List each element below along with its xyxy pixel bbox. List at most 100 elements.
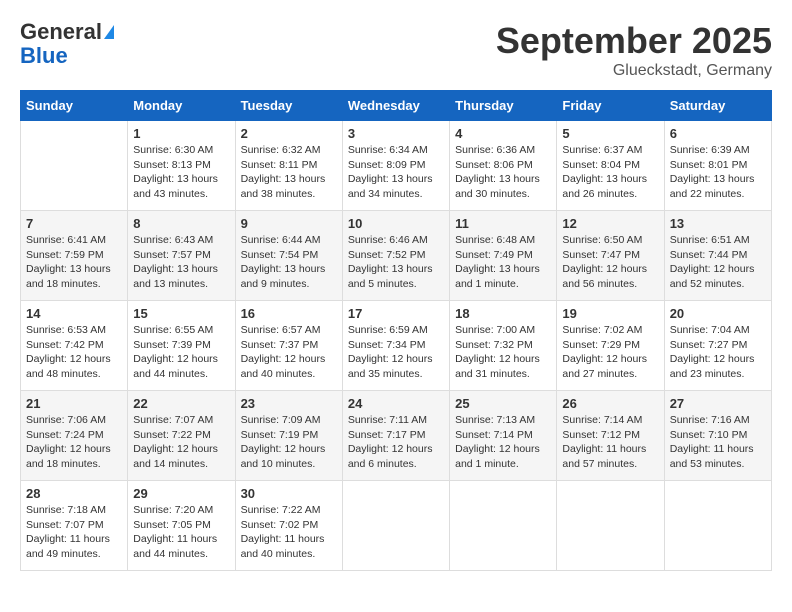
calendar-cell: 6 Sunrise: 6:39 AMSunset: 8:01 PMDaylight… xyxy=(664,121,771,211)
calendar-cell: 25 Sunrise: 7:13 AMSunset: 7:14 PMDayligh… xyxy=(450,391,557,481)
day-number: 16 xyxy=(241,306,337,321)
calendar-cell: 26 Sunrise: 7:14 AMSunset: 7:12 PMDayligh… xyxy=(557,391,664,481)
calendar-cell: 23 Sunrise: 7:09 AMSunset: 7:19 PMDayligh… xyxy=(235,391,342,481)
day-number: 29 xyxy=(133,486,229,501)
calendar-cell: 8Sunrise: 6:43 AMSunset: 7:57 PMDaylight… xyxy=(128,211,235,301)
day-info: Sunrise: 6:34 AMSunset: 8:09 PMDaylight:… xyxy=(348,143,444,202)
calendar-cell: 10 Sunrise: 6:46 AMSunset: 7:52 PMDayligh… xyxy=(342,211,449,301)
day-number: 27 xyxy=(670,396,766,411)
day-info: Sunrise: 7:02 AMSunset: 7:29 PMDaylight:… xyxy=(562,323,658,382)
day-number: 1 xyxy=(133,126,229,141)
day-number: 12 xyxy=(562,216,658,231)
day-info: Sunrise: 7:14 AMSunset: 7:12 PMDaylight:… xyxy=(562,413,658,472)
calendar-cell: 20Sunrise: 7:04 AMSunset: 7:27 PMDayligh… xyxy=(664,301,771,391)
day-number: 14 xyxy=(26,306,122,321)
day-info: Sunrise: 7:09 AMSunset: 7:19 PMDaylight:… xyxy=(241,413,337,472)
day-number: 17 xyxy=(348,306,444,321)
day-info: Sunrise: 6:39 AMSunset: 8:01 PMDaylight:… xyxy=(670,143,766,202)
title-area: September 2025 Glueckstadt, Germany xyxy=(496,20,772,80)
calendar-cell: 28 Sunrise: 7:18 AMSunset: 7:07 PMDayligh… xyxy=(21,481,128,571)
calendar-cell: 7 Sunrise: 6:41 AMSunset: 7:59 PMDaylight… xyxy=(21,211,128,301)
week-row: 28 Sunrise: 7:18 AMSunset: 7:07 PMDayligh… xyxy=(21,481,772,571)
day-info: Sunrise: 7:04 AMSunset: 7:27 PMDaylight:… xyxy=(670,323,766,382)
calendar-cell: 27 Sunrise: 7:16 AMSunset: 7:10 PMDayligh… xyxy=(664,391,771,481)
calendar-cell xyxy=(557,481,664,571)
week-row: 7 Sunrise: 6:41 AMSunset: 7:59 PMDaylight… xyxy=(21,211,772,301)
day-info: Sunrise: 6:41 AMSunset: 7:59 PMDaylight:… xyxy=(26,233,122,292)
calendar-cell: 11Sunrise: 6:48 AMSunset: 7:49 PMDayligh… xyxy=(450,211,557,301)
calendar-cell: 18 Sunrise: 7:00 AMSunset: 7:32 PMDayligh… xyxy=(450,301,557,391)
day-info: Sunrise: 7:00 AMSunset: 7:32 PMDaylight:… xyxy=(455,323,551,382)
day-number: 25 xyxy=(455,396,551,411)
header-tuesday: Tuesday xyxy=(235,91,342,121)
day-info: Sunrise: 6:36 AMSunset: 8:06 PMDaylight:… xyxy=(455,143,551,202)
day-info: Sunrise: 6:43 AMSunset: 7:57 PMDaylight:… xyxy=(133,233,229,292)
calendar-cell: 4 Sunrise: 6:36 AMSunset: 8:06 PMDaylight… xyxy=(450,121,557,211)
day-info: Sunrise: 6:53 AMSunset: 7:42 PMDaylight:… xyxy=(26,323,122,382)
header-sunday: Sunday xyxy=(21,91,128,121)
day-number: 23 xyxy=(241,396,337,411)
day-number: 24 xyxy=(348,396,444,411)
day-number: 11 xyxy=(455,216,551,231)
calendar-cell: 1 Sunrise: 6:30 AMSunset: 8:13 PMDaylight… xyxy=(128,121,235,211)
calendar-cell: 2 Sunrise: 6:32 AMSunset: 8:11 PMDaylight… xyxy=(235,121,342,211)
calendar-cell: 29 Sunrise: 7:20 AMSunset: 7:05 PMDayligh… xyxy=(128,481,235,571)
header-thursday: Thursday xyxy=(450,91,557,121)
day-number: 2 xyxy=(241,126,337,141)
day-number: 26 xyxy=(562,396,658,411)
day-number: 22 xyxy=(133,396,229,411)
calendar-cell: 5 Sunrise: 6:37 AMSunset: 8:04 PMDaylight… xyxy=(557,121,664,211)
day-number: 13 xyxy=(670,216,766,231)
day-number: 6 xyxy=(670,126,766,141)
day-info: Sunrise: 6:44 AMSunset: 7:54 PMDaylight:… xyxy=(241,233,337,292)
day-info: Sunrise: 6:46 AMSunset: 7:52 PMDaylight:… xyxy=(348,233,444,292)
calendar-cell: 30 Sunrise: 7:22 AMSunset: 7:02 PMDayligh… xyxy=(235,481,342,571)
day-info: Sunrise: 6:50 AMSunset: 7:47 PMDaylight:… xyxy=(562,233,658,292)
day-number: 28 xyxy=(26,486,122,501)
day-info: Sunrise: 7:20 AMSunset: 7:05 PMDaylight:… xyxy=(133,503,229,562)
logo-general: General xyxy=(20,20,102,44)
day-info: Sunrise: 6:55 AMSunset: 7:39 PMDaylight:… xyxy=(133,323,229,382)
day-info: Sunrise: 7:16 AMSunset: 7:10 PMDaylight:… xyxy=(670,413,766,472)
logo-blue: Blue xyxy=(20,44,68,68)
day-info: Sunrise: 6:37 AMSunset: 8:04 PMDaylight:… xyxy=(562,143,658,202)
day-info: Sunrise: 6:32 AMSunset: 8:11 PMDaylight:… xyxy=(241,143,337,202)
day-info: Sunrise: 7:07 AMSunset: 7:22 PMDaylight:… xyxy=(133,413,229,472)
calendar-cell: 19 Sunrise: 7:02 AMSunset: 7:29 PMDayligh… xyxy=(557,301,664,391)
calendar-cell: 24Sunrise: 7:11 AMSunset: 7:17 PMDayligh… xyxy=(342,391,449,481)
week-row: 14 Sunrise: 6:53 AMSunset: 7:42 PMDayligh… xyxy=(21,301,772,391)
header-row: SundayMondayTuesdayWednesdayThursdayFrid… xyxy=(21,91,772,121)
header-friday: Friday xyxy=(557,91,664,121)
calendar-cell xyxy=(342,481,449,571)
location: Glueckstadt, Germany xyxy=(496,62,772,80)
day-info: Sunrise: 6:59 AMSunset: 7:34 PMDaylight:… xyxy=(348,323,444,382)
day-number: 7 xyxy=(26,216,122,231)
header-saturday: Saturday xyxy=(664,91,771,121)
logo-triangle-icon xyxy=(104,25,114,39)
day-number: 21 xyxy=(26,396,122,411)
calendar-cell: 12 Sunrise: 6:50 AMSunset: 7:47 PMDayligh… xyxy=(557,211,664,301)
calendar-cell: 21Sunrise: 7:06 AMSunset: 7:24 PMDayligh… xyxy=(21,391,128,481)
day-number: 3 xyxy=(348,126,444,141)
calendar-cell: 9Sunrise: 6:44 AMSunset: 7:54 PMDaylight… xyxy=(235,211,342,301)
calendar-cell: 15 Sunrise: 6:55 AMSunset: 7:39 PMDayligh… xyxy=(128,301,235,391)
day-number: 10 xyxy=(348,216,444,231)
day-info: Sunrise: 7:22 AMSunset: 7:02 PMDaylight:… xyxy=(241,503,337,562)
calendar-cell: 13Sunrise: 6:51 AMSunset: 7:44 PMDayligh… xyxy=(664,211,771,301)
day-info: Sunrise: 7:13 AMSunset: 7:14 PMDaylight:… xyxy=(455,413,551,472)
day-number: 19 xyxy=(562,306,658,321)
week-row: 21Sunrise: 7:06 AMSunset: 7:24 PMDayligh… xyxy=(21,391,772,481)
calendar-cell xyxy=(450,481,557,571)
day-info: Sunrise: 6:30 AMSunset: 8:13 PMDaylight:… xyxy=(133,143,229,202)
day-number: 4 xyxy=(455,126,551,141)
day-number: 30 xyxy=(241,486,337,501)
day-number: 18 xyxy=(455,306,551,321)
calendar-cell: 17 Sunrise: 6:59 AMSunset: 7:34 PMDayligh… xyxy=(342,301,449,391)
calendar-cell xyxy=(21,121,128,211)
day-number: 15 xyxy=(133,306,229,321)
header-wednesday: Wednesday xyxy=(342,91,449,121)
page-header: General Blue September 2025 Glueckstadt,… xyxy=(20,20,772,80)
calendar-cell: 22 Sunrise: 7:07 AMSunset: 7:22 PMDayligh… xyxy=(128,391,235,481)
day-info: Sunrise: 7:18 AMSunset: 7:07 PMDaylight:… xyxy=(26,503,122,562)
day-number: 5 xyxy=(562,126,658,141)
